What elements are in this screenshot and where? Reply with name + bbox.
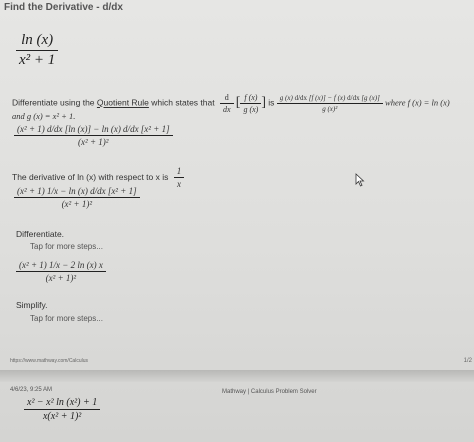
step1-intro: Differentiate using the [12,97,95,108]
step-simplify-label: Simplify. [16,300,48,310]
page: Find the Derivative - d/dx ln (x) x² + 1… [0,0,474,442]
step2-text: The derivative of ln (x) with respect to… [12,171,169,182]
final-answer: x² − x² ln (x²) + 1 x(x² + 1)² [24,397,101,422]
page-number: 1/2 [463,358,472,364]
step2-result-num: (x² + 1) 1/x − ln (x) d/dx [x² + 1] [14,186,140,198]
step1-result-num: (x² + 1) d/dx [ln (x)] − ln (x) d/dx [x²… [14,124,173,136]
quotient-rule-formula: d dx [f (x) g (x)] [219,93,268,114]
step2-value-num: 1 [173,166,185,178]
tap-more-steps-1[interactable]: Tap for more steps... [30,242,103,251]
step2-result-den: (x² + 1)² [61,199,93,209]
quotient-rule-result: g (x) d/dx [f (x)] − f (x) d/dx [g (x)] … [276,94,385,113]
step2-value-den: x [177,179,181,189]
footer-url[interactable]: https://www.mathway.com/Calculus [10,358,88,364]
step1-where: where f (x) = ln (x) [385,97,450,108]
step2-result: (x² + 1) 1/x − ln (x) d/dx [x² + 1] (x² … [14,186,140,209]
mouse-pointer-icon [355,173,365,192]
step1-mid: which states that [151,97,215,108]
step3-result: (x² + 1) 1/x − 2 ln (x) x (x² + 1)² [16,260,106,283]
problem-numerator: ln (x) [16,32,59,51]
page-divider [0,370,474,382]
step3-result-den: (x² + 1)² [45,273,77,283]
site-title: Mathway | Calculus Problem Solver [222,389,317,395]
step1-and: and g (x) = x² + 1. [12,111,76,121]
problem-denominator: x² + 1 [19,52,56,68]
step1-result: (x² + 1) d/dx [ln (x)] − ln (x) d/dx [x²… [14,124,173,147]
quotient-rule-link[interactable]: Quotient Rule [97,98,149,108]
final-den: x(x² + 1)² [42,411,82,422]
step-differentiate-label: Differentiate. [16,229,65,239]
page-title: Find the Derivative - d/dx [4,2,123,13]
print-date: 4/6/23, 9:25 AM [10,387,53,393]
step1-result-den: (x² + 1)² [78,137,109,147]
tap-more-steps-2[interactable]: Tap for more steps... [30,314,103,323]
step-quotient-rule: Differentiate using the Quotient Rule wh… [12,93,450,114]
step1-is: is [268,97,275,108]
final-num: x² − x² ln (x²) + 1 [24,397,101,410]
step3-result-num: (x² + 1) 1/x − 2 ln (x) x [16,260,106,272]
problem-expression: ln (x) x² + 1 [16,32,59,69]
